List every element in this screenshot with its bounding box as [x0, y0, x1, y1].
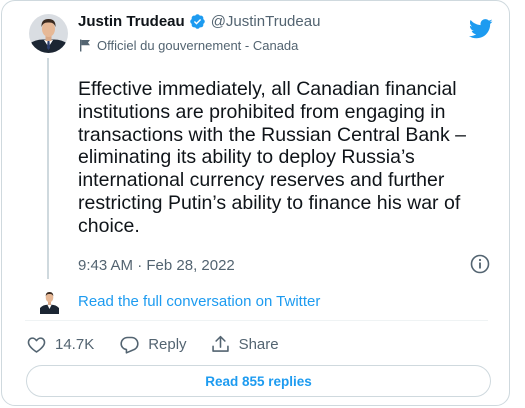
tweet-card: Justin Trudeau @JustinTrudeau Officiel d…	[1, 0, 510, 406]
heart-icon	[27, 337, 46, 353]
verified-badge-icon	[189, 14, 205, 29]
action-bar: 14.7K Reply Share	[26, 334, 279, 355]
conversation-avatar[interactable]	[40, 288, 59, 314]
author-display-name[interactable]: Justin Trudeau	[78, 13, 185, 30]
read-conversation-link[interactable]: Read the full conversation on Twitter	[78, 293, 320, 310]
tweet-text: Effective immediately, all Canadian fina…	[78, 78, 467, 237]
twitter-bird-icon[interactable]	[469, 19, 493, 39]
government-label-text: Officiel du gouvernement - Canada	[97, 38, 299, 53]
share-button[interactable]: Share	[210, 334, 279, 355]
read-replies-button[interactable]: Read 855 replies	[26, 365, 491, 397]
author-handle[interactable]: @JustinTrudeau	[211, 13, 321, 30]
reply-label: Reply	[148, 336, 187, 353]
author-name-row[interactable]: Justin Trudeau @JustinTrudeau	[78, 13, 320, 30]
profile-photo-small-icon	[40, 288, 59, 314]
thread-line	[47, 58, 49, 279]
share-label: Share	[238, 336, 279, 353]
flag-icon	[80, 39, 90, 52]
like-count: 14.7K	[55, 336, 95, 353]
like-button[interactable]: 14.7K	[26, 334, 94, 355]
reply-bubble-icon	[120, 336, 139, 354]
share-upload-icon	[211, 335, 229, 352]
tweet-timestamp[interactable]: 9:43 AM · Feb 28, 2022	[78, 257, 235, 274]
info-icon[interactable]	[470, 254, 490, 274]
author-avatar[interactable]	[29, 14, 68, 53]
profile-photo-avatar-icon	[29, 14, 68, 53]
divider	[25, 320, 488, 321]
government-label: Officiel du gouvernement - Canada	[79, 38, 298, 53]
reply-button[interactable]: Reply	[119, 334, 187, 355]
